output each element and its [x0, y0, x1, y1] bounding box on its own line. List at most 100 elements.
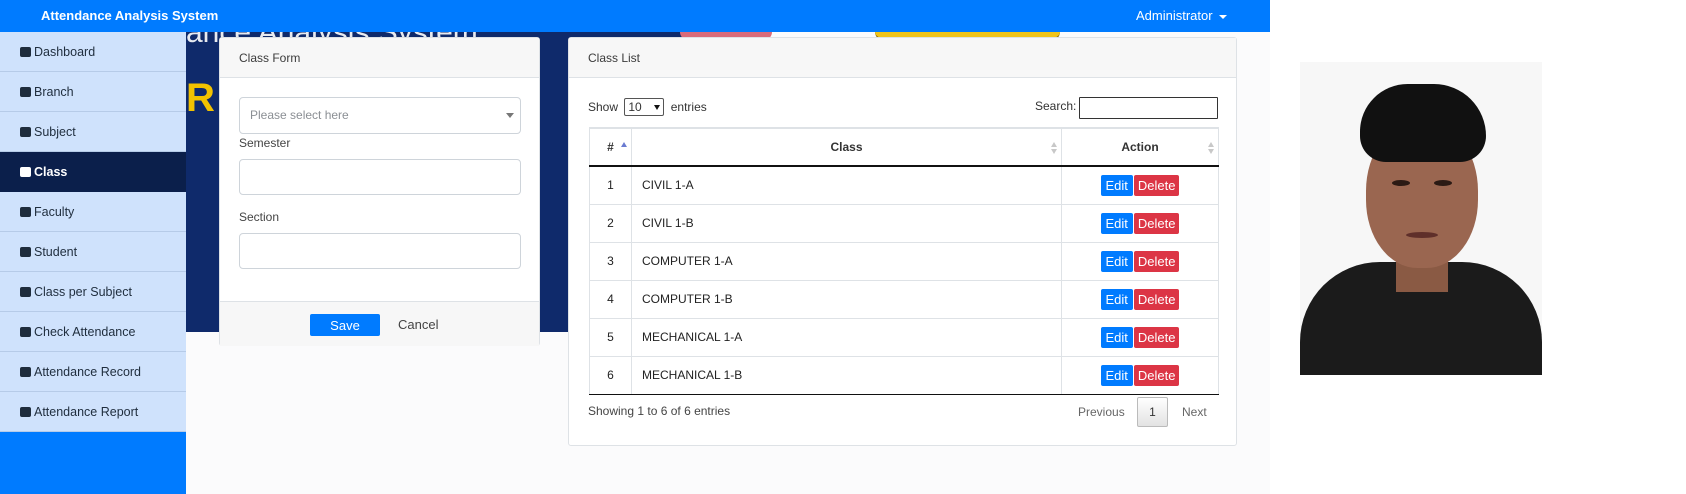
user-menu[interactable]: Administrator — [1136, 8, 1227, 23]
column-header-number[interactable]: # — [589, 127, 632, 167]
sidebar-item-student[interactable]: Student — [0, 232, 186, 272]
row-number: 2 — [589, 203, 632, 243]
photo-hair — [1360, 84, 1486, 162]
delete-button[interactable]: Delete — [1133, 212, 1180, 234]
table-row: 1 CIVIL 1-A Edit Delete — [589, 165, 1219, 205]
row-class: MECHANICAL 1-A — [631, 317, 1062, 357]
sidebar-item-faculty[interactable]: Faculty — [0, 192, 186, 232]
sidebar-item-label: Faculty — [34, 204, 75, 219]
caret-down-icon — [1218, 14, 1227, 19]
column-header-action-label: Action — [1121, 140, 1159, 154]
sidebar-item-label: Subject — [34, 124, 76, 139]
delete-button[interactable]: Delete — [1133, 288, 1180, 310]
sidebar-item-class[interactable]: Class — [0, 152, 186, 192]
class-form-card: Class Form Please select here Semester S… — [219, 37, 540, 346]
entries-length-control: Show 10 entries — [588, 98, 707, 116]
select-arrow-icon — [654, 105, 661, 110]
sidebar-item-label: Attendance Report — [34, 404, 139, 419]
page-1-button[interactable]: 1 — [1137, 397, 1168, 427]
edit-button[interactable]: Edit — [1100, 288, 1133, 310]
column-header-number-label: # — [607, 140, 614, 154]
search-label: Search: — [1035, 99, 1077, 113]
sidebar-item-check-attendance[interactable]: Check Attendance — [0, 312, 186, 352]
sidebar-item-label: Student — [34, 244, 78, 259]
banner-text-letter: R — [186, 76, 215, 120]
semester-label: Semester — [239, 136, 291, 150]
save-button[interactable]: Save — [310, 314, 380, 336]
next-page-button[interactable]: Next — [1182, 405, 1207, 419]
row-number: 5 — [589, 317, 632, 357]
gauge-icon — [20, 46, 31, 57]
edit-button[interactable]: Edit — [1100, 364, 1133, 386]
profile-photo — [1300, 62, 1542, 375]
delete-button[interactable]: Delete — [1133, 250, 1180, 272]
entries-label: entries — [670, 100, 707, 114]
column-header-action[interactable]: Action — [1061, 127, 1219, 167]
class-form-footer: Save Cancel — [220, 301, 539, 346]
sidebar: Dashboard Branch Subject Class Faculty Studen… — [0, 32, 186, 494]
row-actions: Edit Delete — [1061, 279, 1219, 319]
search-input[interactable] — [1079, 97, 1218, 119]
list-check-icon — [20, 366, 31, 377]
list-check-icon — [20, 406, 31, 417]
delete-button[interactable]: Delete — [1133, 174, 1180, 196]
table-row: 2 CIVIL 1-B Edit Delete — [589, 203, 1219, 243]
edit-button[interactable]: Edit — [1100, 212, 1133, 234]
row-class: COMPUTER 1-B — [631, 279, 1062, 319]
class-list-card: Class List Show 10 entries Search: # Cla… — [568, 37, 1237, 446]
sidebar-item-label: Branch — [34, 84, 74, 99]
row-actions: Edit Delete — [1061, 203, 1219, 243]
edit-button[interactable]: Edit — [1100, 174, 1133, 196]
semester-input[interactable] — [239, 159, 521, 195]
top-navbar: Attendance Analysis System Administrator — [0, 0, 1270, 32]
photo-eye-right — [1434, 180, 1452, 186]
app-brand[interactable]: Attendance Analysis System — [41, 8, 218, 23]
sidebar-item-label: Check Attendance — [34, 324, 136, 339]
edit-button[interactable]: Edit — [1100, 326, 1133, 348]
table-icon — [20, 166, 31, 177]
delete-button[interactable]: Delete — [1133, 364, 1180, 386]
class-form-title: Class Form — [220, 38, 539, 78]
users-icon — [20, 286, 31, 297]
row-number: 4 — [589, 279, 632, 319]
previous-page-button[interactable]: Previous — [1078, 405, 1125, 419]
row-actions: Edit Delete — [1061, 317, 1219, 357]
users-icon — [20, 246, 31, 257]
show-label: Show — [588, 100, 619, 114]
sidebar-item-class-per-subject[interactable]: Class per Subject — [0, 272, 186, 312]
delete-button[interactable]: Delete — [1133, 326, 1180, 348]
column-header-class-label: Class — [830, 140, 863, 154]
table-row: 3 COMPUTER 1-A Edit Delete — [589, 241, 1219, 281]
sidebar-item-attendance-report[interactable]: Attendance Report — [0, 392, 186, 432]
row-class: COMPUTER 1-A — [631, 241, 1062, 281]
class-table: # Class Action 1 CIVIL 1-A Edit Delete 2 CIVI… — [589, 127, 1219, 395]
table-info: Showing 1 to 6 of 6 entries — [588, 404, 731, 418]
sidebar-item-label: Dashboard — [34, 44, 96, 59]
sidebar-item-dashboard[interactable]: Dashboard — [0, 32, 186, 72]
sidebar-item-attendance-record[interactable]: Attendance Record — [0, 352, 186, 392]
column-header-class[interactable]: Class — [631, 127, 1062, 167]
sidebar-item-branch[interactable]: Branch — [0, 72, 186, 112]
section-input[interactable] — [239, 233, 521, 269]
photo-mouth — [1406, 232, 1438, 238]
row-actions: Edit Delete — [1061, 165, 1219, 205]
cancel-button[interactable]: Cancel — [398, 317, 438, 332]
row-class: CIVIL 1-A — [631, 165, 1062, 205]
entries-select[interactable]: 10 — [624, 98, 665, 116]
sort-icon — [1208, 142, 1214, 154]
sidebar-item-label: Class per Subject — [34, 284, 132, 299]
select-arrow-icon — [506, 113, 514, 118]
class-list-title: Class List — [569, 38, 1236, 78]
class-table-body: 1 CIVIL 1-A Edit Delete 2 CIVIL 1-B Edit Delete… — [589, 165, 1219, 395]
row-class: CIVIL 1-B — [631, 203, 1062, 243]
branch-select-placeholder: Please select here — [250, 108, 349, 122]
list-check-icon — [20, 326, 31, 337]
branch-select[interactable]: Please select here — [239, 97, 521, 134]
list-icon — [20, 86, 31, 97]
sidebar-item-label: Attendance Record — [34, 364, 142, 379]
photo-eye-left — [1392, 180, 1410, 186]
edit-button[interactable]: Edit — [1100, 250, 1133, 272]
sidebar-item-subject[interactable]: Subject — [0, 112, 186, 152]
row-actions: Edit Delete — [1061, 355, 1219, 395]
section-label: Section — [239, 210, 280, 224]
